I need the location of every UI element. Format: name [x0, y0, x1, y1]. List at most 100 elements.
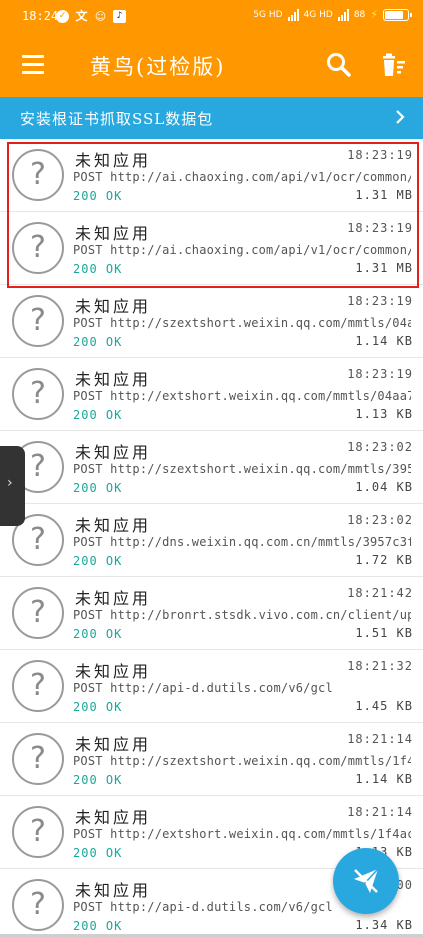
- unknown-app-icon: ?: [12, 368, 64, 420]
- request-line: POST http://ai.chaoxing.com/api/v1/ocr/c…: [73, 170, 411, 184]
- request-time: 18:23:02: [347, 513, 413, 527]
- request-method: POST: [73, 389, 103, 403]
- paper-plane-off-icon: [354, 868, 379, 893]
- request-row[interactable]: ? 未知应用 18:23:19 POST http://szextshort.weix…: [0, 285, 423, 358]
- request-method: POST: [73, 170, 103, 184]
- request-line: POST http://api-d.dutils.com/v6/gcl: [73, 681, 411, 695]
- response-status: 200 OK: [73, 408, 123, 422]
- response-status: 200 OK: [73, 189, 123, 203]
- request-line: POST http://dns.weixin.qq.com.cn/mmtls/3…: [73, 535, 411, 549]
- request-url: http://bronrt.stsdk.vivo.com.cn/client/u…: [110, 608, 411, 622]
- response-status: 200 OK: [73, 700, 123, 714]
- request-method: POST: [73, 827, 103, 841]
- app-name: 未知应用: [75, 443, 152, 462]
- request-method: POST: [73, 535, 103, 549]
- response-size: 1.04 KB: [355, 480, 413, 494]
- request-url: http://api-d.dutils.com/v6/gcl: [110, 681, 333, 695]
- response-size: 1.72 KB: [355, 553, 413, 567]
- response-size: 1.31 MB: [355, 261, 413, 275]
- request-time: 18:23:19: [347, 148, 413, 162]
- clock: 18:24: [22, 9, 59, 23]
- chevron-right-icon: [396, 110, 405, 124]
- response-size: 1.14 KB: [355, 772, 413, 786]
- app-name: 未知应用: [75, 881, 152, 900]
- app-bar: 黄鸟(过检版): [0, 33, 423, 97]
- tiktok-icon: ♪: [113, 10, 126, 23]
- request-time: 18:21:14: [347, 805, 413, 819]
- request-method: POST: [73, 900, 103, 914]
- response-status: 200 OK: [73, 335, 123, 349]
- cat-icon: ☺: [94, 10, 107, 23]
- request-url: http://api-d.dutils.com/v6/gcl: [110, 900, 333, 914]
- request-method: POST: [73, 243, 103, 257]
- delete-icon: [383, 53, 405, 76]
- status-bar: 18:24 ✓ 文 ☺ ♪ 5G HD 4G HD 88 ⚡: [0, 0, 423, 33]
- response-size: 1.34 KB: [355, 918, 413, 932]
- translate-icon: 文: [75, 9, 88, 23]
- signal-icon-1: [287, 8, 299, 21]
- response-size: 1.51 KB: [355, 626, 413, 640]
- request-method: POST: [73, 608, 103, 622]
- request-line: POST http://szextshort.weixin.qq.com/mmt…: [73, 754, 411, 768]
- capture-toggle-button[interactable]: [333, 848, 399, 914]
- request-row[interactable]: ? 未知应用 18:21:32 POST http://api-d.dutils.co…: [0, 650, 423, 723]
- request-time: 18:21:14: [347, 732, 413, 746]
- banner-text: 安装根证书抓取SSL数据包: [20, 110, 214, 128]
- request-line: POST http://extshort.weixin.qq.com/mmtls…: [73, 827, 411, 841]
- chevron-right-icon: ›: [7, 475, 13, 491]
- network-label-2: 4G HD: [303, 9, 333, 20]
- request-url: http://ai.chaoxing.com/api/v1/ocr/common…: [110, 243, 411, 257]
- response-status: 200 OK: [73, 262, 123, 276]
- app-name: 未知应用: [75, 297, 152, 316]
- side-drawer-handle[interactable]: ›: [0, 446, 25, 526]
- request-url: http://szextshort.weixin.qq.com/mmtls/1f…: [110, 754, 411, 768]
- request-row[interactable]: ? 未知应用 18:23:19 POST http://extshort.weixin…: [0, 358, 423, 431]
- app-name: 未知应用: [75, 808, 152, 827]
- request-row[interactable]: ? 未知应用 18:23:02 POST http://szextshort.weix…: [0, 431, 423, 504]
- unknown-app-icon: ?: [12, 149, 64, 201]
- unknown-app-icon: ?: [12, 879, 64, 931]
- app-name: 未知应用: [75, 224, 152, 243]
- clear-all-button[interactable]: [380, 51, 408, 79]
- response-status: 200 OK: [73, 554, 123, 568]
- response-size: 1.14 KB: [355, 334, 413, 348]
- request-url: http://extshort.weixin.qq.com/mmtls/04aa…: [110, 389, 411, 403]
- request-row[interactable]: ? 未知应用 18:23:19 POST http://ai.chaoxing.com…: [0, 139, 423, 212]
- request-time: 18:21:32: [347, 659, 413, 673]
- app-name: 未知应用: [75, 589, 152, 608]
- response-status: 200 OK: [73, 846, 123, 860]
- request-row[interactable]: ? 未知应用 18:23:19 POST http://ai.chaoxing.com…: [0, 212, 423, 285]
- request-method: POST: [73, 316, 103, 330]
- request-url: http://szextshort.weixin.qq.com/mmtls/39…: [110, 462, 411, 476]
- request-time: 18:23:19: [347, 221, 413, 235]
- response-size: 1.13 KB: [355, 407, 413, 421]
- response-status: 200 OK: [73, 919, 123, 933]
- response-size: 1.45 KB: [355, 699, 413, 713]
- request-row[interactable]: ? 未知应用 18:21:42 POST http://bronrt.stsdk.vi…: [0, 577, 423, 650]
- request-method: POST: [73, 681, 103, 695]
- request-row[interactable]: ? 未知应用 18:21:14 POST http://szextshort.weix…: [0, 723, 423, 796]
- request-list: ? 未知应用 18:23:19 POST http://ai.chaoxing.com…: [0, 139, 423, 938]
- battery-percent: 88: [353, 9, 366, 20]
- check-circle-icon: ✓: [56, 10, 69, 23]
- app-name: 未知应用: [75, 370, 152, 389]
- menu-button[interactable]: [20, 53, 46, 77]
- response-status: 200 OK: [73, 481, 123, 495]
- response-status: 200 OK: [73, 627, 123, 641]
- search-button[interactable]: [325, 51, 353, 79]
- request-row[interactable]: ? 未知应用 18:23:02 POST http://dns.weixin.qq.c…: [0, 504, 423, 577]
- install-cert-banner[interactable]: 安装根证书抓取SSL数据包: [0, 97, 423, 139]
- unknown-app-icon: ?: [12, 222, 64, 274]
- request-time: 18:23:19: [347, 294, 413, 308]
- unknown-app-icon: ?: [12, 806, 64, 858]
- request-method: POST: [73, 754, 103, 768]
- request-url: http://dns.weixin.qq.com.cn/mmtls/3957c3…: [110, 535, 411, 549]
- unknown-app-icon: ?: [12, 295, 64, 347]
- app-name: 未知应用: [75, 516, 152, 535]
- request-line: POST http://extshort.weixin.qq.com/mmtls…: [73, 389, 411, 403]
- request-line: POST http://szextshort.weixin.qq.com/mmt…: [73, 316, 411, 330]
- request-line: POST http://ai.chaoxing.com/api/v1/ocr/c…: [73, 243, 411, 257]
- request-line: POST http://szextshort.weixin.qq.com/mmt…: [73, 462, 411, 476]
- battery-icon: [383, 8, 412, 21]
- nav-bar: [0, 934, 423, 938]
